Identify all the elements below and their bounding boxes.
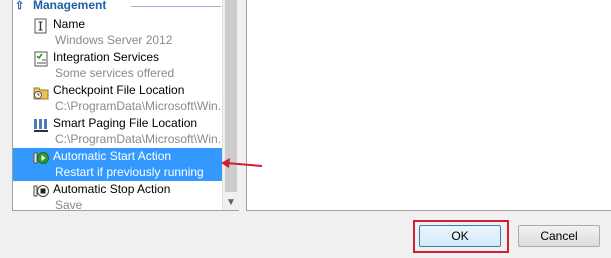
settings-tree-panel: ⇧ Management Name Windows Server 2012 In…	[12, 0, 239, 211]
setting-value: C:\ProgramData\Microsoft\Win...	[55, 132, 223, 146]
smart-paging-icon	[33, 117, 49, 133]
setting-item-automatic-start-action[interactable]: Automatic Start Action Restart if previo…	[13, 148, 223, 181]
management-section-header[interactable]: ⇧ Management	[13, 0, 223, 14]
section-title: Management	[33, 0, 107, 12]
setting-label: Checkpoint File Location	[53, 83, 185, 97]
ok-button[interactable]: OK	[419, 225, 501, 247]
setting-value: C:\ProgramData\Microsoft\Win...	[55, 99, 223, 113]
setting-item-checkpoint-location[interactable]: Checkpoint File Location C:\ProgramData\…	[13, 82, 223, 115]
setting-label: Integration Services	[53, 50, 160, 64]
scroll-down-icon[interactable]: ▼	[226, 197, 236, 208]
vertical-scrollbar[interactable]: ▼	[222, 0, 239, 210]
setting-label: Name	[53, 17, 86, 31]
setting-value: Save	[55, 198, 83, 210]
details-panel	[246, 0, 611, 211]
setting-item-integration-services[interactable]: Integration Services Some services offer…	[13, 49, 223, 82]
collapse-chevron-icon[interactable]: ⇧	[15, 0, 24, 12]
setting-label: Smart Paging File Location	[53, 116, 198, 130]
stop-action-icon	[33, 183, 49, 199]
integration-services-icon	[33, 51, 49, 67]
setting-item-smart-paging-location[interactable]: Smart Paging File Location C:\ProgramDat…	[13, 115, 223, 148]
settings-list: ⇧ Management Name Windows Server 2012 In…	[13, 0, 223, 210]
setting-value: Restart if previously running	[55, 165, 204, 179]
name-icon	[33, 18, 49, 34]
setting-label: Automatic Start Action	[53, 149, 172, 163]
setting-value: Windows Server 2012	[55, 33, 173, 47]
setting-value: Some services offered	[55, 66, 175, 80]
setting-label: Automatic Stop Action	[53, 182, 171, 196]
section-divider	[131, 6, 221, 7]
checkpoint-folder-icon	[33, 84, 49, 100]
setting-item-name[interactable]: Name Windows Server 2012	[13, 16, 223, 49]
start-action-icon	[33, 150, 49, 166]
cancel-button[interactable]: Cancel	[518, 225, 600, 247]
setting-item-automatic-stop-action[interactable]: Automatic Stop Action Save	[13, 181, 223, 210]
annotation-arrow-icon	[221, 158, 263, 168]
